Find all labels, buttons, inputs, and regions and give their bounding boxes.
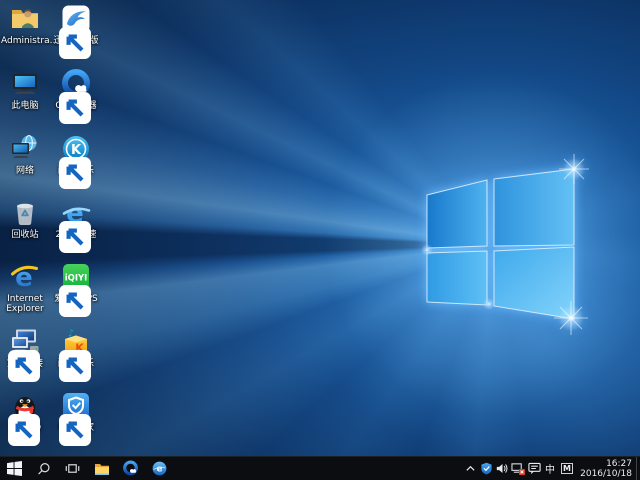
shortcut-arrow-badge — [59, 157, 68, 166]
security-shield-tray-icon[interactable] — [478, 457, 494, 480]
desktop-icon-kuwo-music[interactable]: K ♪ 酷我音乐 — [52, 326, 100, 369]
shortcut-arrow-badge — [59, 285, 68, 294]
desktop-icon-network[interactable]: 网络 — [1, 133, 49, 176]
svg-text:iQIYI: iQIYI — [65, 274, 88, 284]
show-desktop-button[interactable] — [636, 457, 640, 480]
qq-browser-taskbar-button[interactable] — [116, 457, 145, 480]
recycle-bin-icon — [9, 197, 41, 229]
action-center-icon[interactable] — [526, 457, 542, 480]
shortcut-arrow-badge — [8, 414, 17, 423]
desktop-icon-label: 网络 — [1, 166, 49, 176]
shortcut-arrow-badge — [59, 221, 68, 230]
qq-penguin-icon — [9, 390, 41, 422]
file-explorer-folder-icon — [94, 462, 110, 476]
network-globe-icon — [9, 133, 41, 165]
clock-time: 16:27 — [576, 459, 632, 469]
svg-text:K: K — [71, 143, 82, 158]
desktop-icon-kugou-music[interactable]: K 酷狗音乐 — [52, 133, 100, 176]
desktop-icon-2345-browser[interactable]: e 2345加速浏览器 — [52, 197, 100, 250]
file-explorer-button[interactable] — [87, 457, 116, 480]
network-error-icon[interactable] — [510, 457, 526, 480]
user-folder-icon — [9, 3, 41, 35]
desktop-icon-pc-manager[interactable]: 电脑管家 — [52, 390, 100, 433]
broadband-computers-icon — [9, 326, 41, 358]
ime-mode-badge[interactable]: M — [561, 463, 573, 474]
search-icon — [37, 462, 51, 476]
taskbar: e — [0, 456, 640, 480]
task-view-icon — [65, 462, 80, 475]
desktop-icon-area: Administra... 迅雷极速版 此电脑 — [0, 0, 640, 456]
shortcut-arrow-badge — [59, 92, 68, 101]
desktop-icon-label: Internet Explorer — [1, 294, 49, 314]
desktop-icon-this-pc[interactable]: 此电脑 — [1, 68, 49, 111]
volume-icon[interactable] — [494, 457, 510, 480]
desktop-icon-label: Administra... — [1, 36, 49, 46]
desktop-icon-broadband-connection[interactable]: 宽带连接 — [1, 326, 49, 369]
desktop-icon-qq-browser[interactable]: QQ浏览器 — [52, 68, 100, 111]
svg-text:♪: ♪ — [68, 329, 74, 340]
clock[interactable]: 16:27 2016/10/18 — [576, 459, 636, 479]
kuwo-music-icon: K ♪ — [60, 326, 92, 358]
desktop-icon-label: 此电脑 — [1, 101, 49, 111]
svg-text:e: e — [157, 465, 163, 475]
kugou-music-icon: K — [60, 133, 92, 165]
search-button[interactable] — [29, 457, 58, 480]
shortcut-arrow-badge — [59, 27, 68, 36]
ime-chinese-indicator[interactable]: 中 — [542, 461, 558, 476]
taskbar-left: e — [0, 457, 174, 480]
thunder-bird-icon — [60, 3, 92, 35]
2345-browser-icon: e — [60, 197, 92, 229]
desktop-icon-label: 回收站 — [1, 230, 49, 240]
desktop-icon-thunder-speed[interactable]: 迅雷极速版 — [52, 3, 100, 46]
desktop-icon-tencent-qq[interactable]: 腾讯QQ — [1, 390, 49, 433]
internet-explorer-icon: e — [9, 261, 41, 293]
2345-browser-icon: e — [151, 460, 168, 477]
shortcut-arrow-badge — [8, 350, 17, 359]
iqiyi-icon: iQIYI — [60, 261, 92, 293]
task-view-button[interactable] — [58, 457, 87, 480]
windows-desktop-screen: { "desktop": { "icons": [ {"id": "admini… — [0, 0, 640, 480]
start-button[interactable] — [0, 457, 29, 480]
windows-start-icon — [7, 461, 22, 476]
desktop-icon-administrator-folder[interactable]: Administra... — [1, 3, 49, 46]
pc-manager-shield-icon — [60, 390, 92, 422]
computer-monitor-icon — [9, 68, 41, 100]
desktop-icon-iqiyi-pps[interactable]: iQIYI 爱奇艺PPS — [52, 261, 100, 304]
shortcut-arrow-badge — [59, 414, 68, 423]
desktop-icon-recycle-bin[interactable]: 回收站 — [1, 197, 49, 240]
hidden-icons-chevron[interactable] — [462, 457, 478, 480]
desktop-icon-internet-explorer[interactable]: e Internet Explorer — [1, 261, 49, 314]
qq-browser-icon — [60, 68, 92, 100]
shortcut-arrow-badge — [59, 350, 68, 359]
qq-browser-icon — [122, 460, 139, 477]
2345-browser-taskbar-button[interactable]: e — [145, 457, 174, 480]
clock-date: 2016/10/18 — [576, 469, 632, 479]
system-tray: 中 M 16:27 2016/10/18 — [462, 457, 640, 480]
